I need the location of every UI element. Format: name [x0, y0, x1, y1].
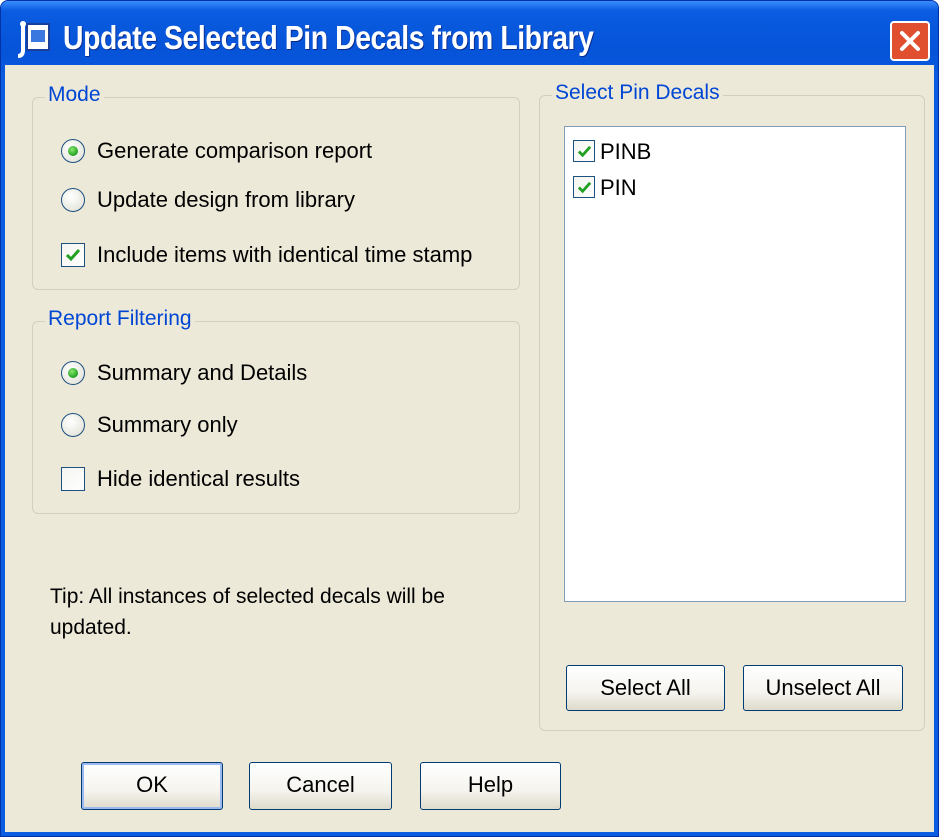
report-filtering-group: Report Filtering Summary and Details Sum… — [32, 307, 520, 514]
select-pin-decals-legend: Select Pin Decals — [552, 81, 723, 105]
pin-decal-name: PIN — [600, 175, 637, 200]
close-button[interactable] — [890, 21, 930, 61]
radio-selected-icon — [61, 139, 85, 163]
include-identical-time-stamp-label: Include items with identical time stamp — [97, 242, 473, 267]
pin-decal-name: PINB — [600, 139, 652, 164]
update-design-from-library-label: Update design from library — [97, 187, 356, 212]
report-filtering-legend: Report Filtering — [45, 307, 195, 331]
summary-only-label: Summary only — [97, 412, 238, 437]
checkbox-checked-icon — [573, 176, 595, 198]
summary-and-details-label: Summary and Details — [97, 360, 308, 385]
ok-button[interactable]: OK — [81, 762, 223, 810]
window-title: Update Selected Pin Decals from Library — [63, 19, 594, 56]
generate-comparison-report-label: Generate comparison report — [97, 138, 373, 163]
pin-decals-list[interactable]: PINB PIN — [564, 126, 906, 602]
mode-legend: Mode — [45, 83, 104, 107]
tip-text: Tip: All instances of selected decals wi… — [50, 585, 445, 639]
mode-group: Mode Generate comparison report Update d… — [32, 83, 520, 290]
dialog-window: Update Selected Pin Decals from Library … — [0, 0, 939, 837]
dialog-client-area: Mode Generate comparison report Update d… — [5, 65, 934, 832]
radio-selected-icon — [61, 361, 85, 385]
unselect-all-button[interactable]: Unselect All — [743, 665, 903, 711]
pin-decal-app-icon — [17, 21, 50, 58]
radio-unselected-icon — [61, 413, 85, 437]
help-button[interactable]: Help — [420, 762, 561, 810]
cancel-button[interactable]: Cancel — [249, 762, 392, 810]
radio-unselected-icon — [61, 188, 85, 212]
hide-identical-results-label: Hide identical results — [97, 466, 300, 491]
close-icon — [900, 31, 920, 51]
select-all-button[interactable]: Select All — [566, 665, 725, 711]
checkbox-checked-icon — [61, 243, 85, 267]
checkbox-checked-icon — [573, 140, 595, 162]
checkbox-unchecked-icon — [61, 467, 85, 491]
